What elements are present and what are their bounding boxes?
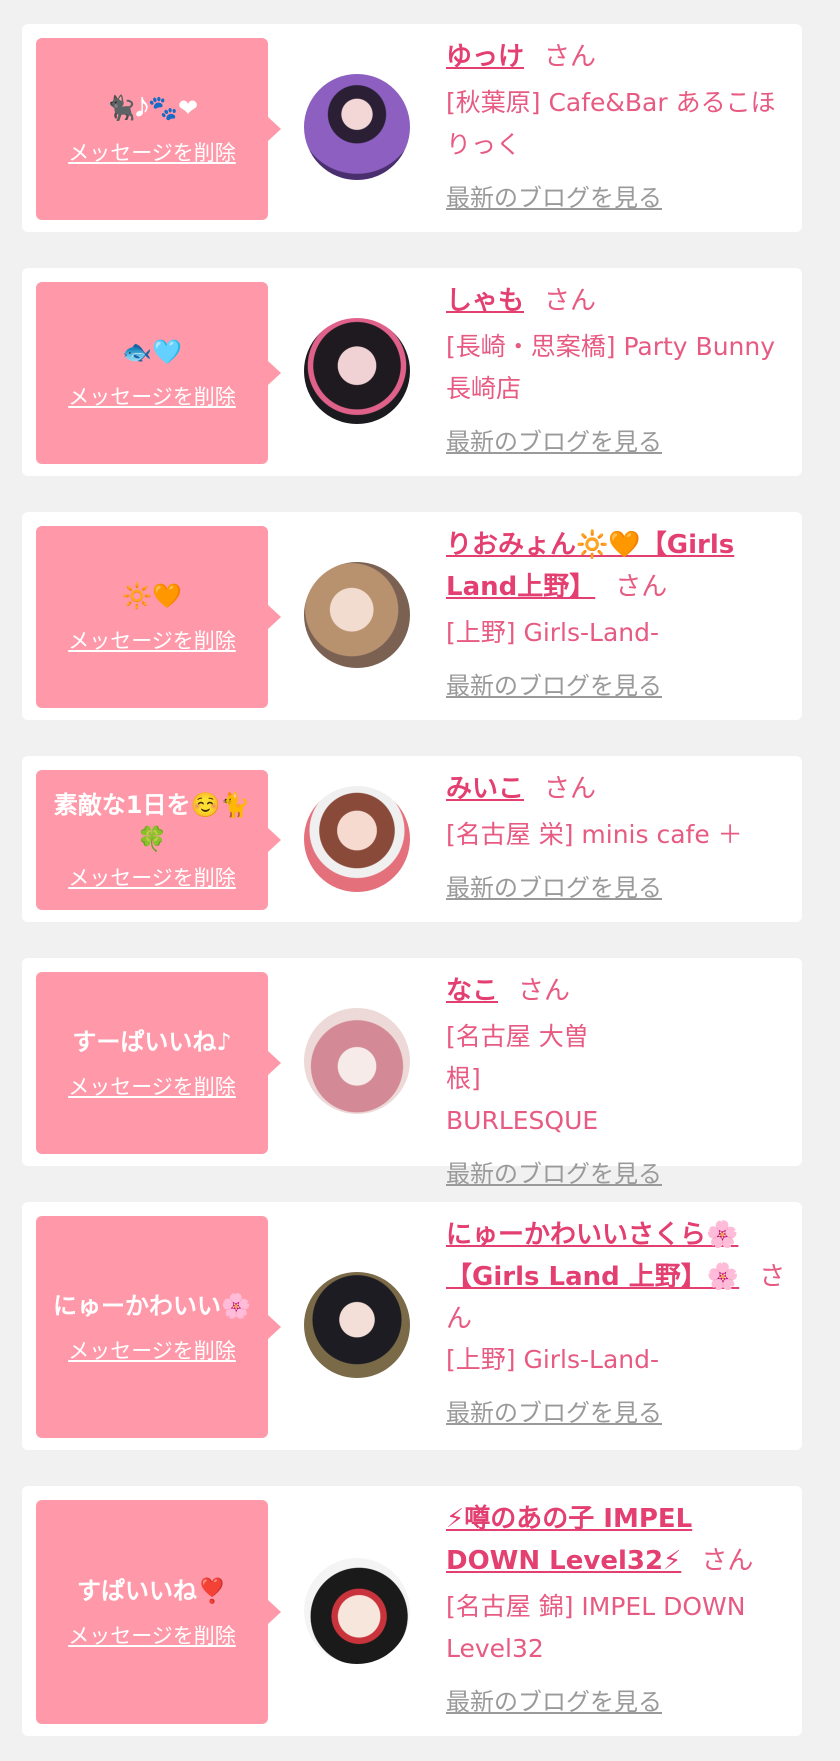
- message-bubble: すぱいいね❣️ メッセージを削除: [36, 1500, 281, 1724]
- delete-message-link[interactable]: メッセージを削除: [68, 381, 236, 411]
- user-info: なこ さん [名古屋 大曽根] BURLESQUE 最新のブログを見る: [446, 970, 792, 1189]
- user-name-link[interactable]: みいこ: [446, 774, 524, 804]
- latest-blog-link[interactable]: 最新のブログを見る: [446, 1393, 662, 1428]
- list-item: 🐈‍⬛𝅘𝅥𝅮🐾❤ メッセージを削除 ゆっけ さん [秋葉原] Cafe&Bar あ…: [22, 24, 802, 232]
- message-text: 🔆🧡: [122, 582, 182, 610]
- latest-blog-link[interactable]: 最新のブログを見る: [446, 868, 662, 903]
- user-name-link[interactable]: ⚡噂のあの子 IMPEL DOWN Level32⚡: [446, 1504, 692, 1576]
- message-bubble: 素敵な1日を☺️🐈🍀 メッセージを削除: [36, 770, 281, 910]
- message-text: 素敵な1日を☺️🐈🍀: [53, 791, 251, 853]
- avatar[interactable]: [304, 786, 410, 892]
- delete-message-link[interactable]: メッセージを削除: [68, 1335, 236, 1365]
- message-text: 🐟🩵: [122, 338, 182, 366]
- message-text: すーぱいいね♪: [72, 1028, 232, 1056]
- avatar[interactable]: [304, 74, 410, 180]
- message-bubble: にゅーかわいい🌸 メッセージを削除: [36, 1216, 281, 1438]
- message-text: 🐈‍⬛𝅘𝅥𝅮🐾❤: [105, 94, 199, 122]
- avatar[interactable]: [304, 1272, 410, 1378]
- shop-name: [名古屋 錦] IMPEL DOWN Level32: [446, 1592, 746, 1663]
- list-item: 🐟🩵 メッセージを削除 しゃも さん [長崎・思案橋] Party Bunny 長…: [22, 268, 802, 476]
- shop-name: [上野] Girls-Land-: [446, 618, 660, 647]
- honorific: さん: [615, 572, 668, 602]
- honorific: さん: [701, 1546, 754, 1576]
- list-item: 素敵な1日を☺️🐈🍀 メッセージを削除 みいこ さん [名古屋 栄] minis …: [22, 756, 802, 922]
- shop-name: [長崎・思案橋] Party Bunny 長崎店: [446, 332, 776, 403]
- user-info: みいこ さん [名古屋 栄] minis cafe ＋ 最新のブログを見る: [446, 768, 792, 903]
- latest-blog-link[interactable]: 最新のブログを見る: [446, 666, 662, 701]
- message-bubble: 🐈‍⬛𝅘𝅥𝅮🐾❤ メッセージを削除: [36, 38, 281, 220]
- list-item: すーぱいいね♪ メッセージを削除 なこ さん [名古屋 大曽根] BURLESQU…: [22, 958, 802, 1188]
- delete-message-link[interactable]: メッセージを削除: [68, 862, 236, 892]
- user-name-link[interactable]: なこ: [446, 976, 498, 1006]
- message-bubble: 🔆🧡 メッセージを削除: [36, 526, 281, 708]
- message-text: にゅーかわいい🌸: [53, 1292, 251, 1320]
- honorific: さん: [544, 774, 597, 804]
- message-text: すぱいいね❣️: [77, 1577, 227, 1605]
- honorific: さん: [518, 976, 571, 1006]
- avatar[interactable]: [304, 562, 410, 668]
- honorific: さん: [544, 42, 597, 72]
- latest-blog-link[interactable]: 最新のブログを見る: [446, 178, 662, 213]
- user-info: にゅーかわいいさくら🌸【Girls Land 上野】🌸 さん [上野] Girls…: [446, 1214, 792, 1428]
- user-info: しゃも さん [長崎・思案橋] Party Bunny 長崎店 最新のブログを見る: [446, 280, 792, 457]
- delete-message-link[interactable]: メッセージを削除: [68, 625, 236, 655]
- delete-message-link[interactable]: メッセージを削除: [68, 1071, 236, 1101]
- user-name-link[interactable]: りおみょん🔆🧡【Girls Land上野】: [446, 530, 734, 602]
- list-item: にゅーかわいい🌸 メッセージを削除 にゅーかわいいさくら🌸【Girls Land…: [22, 1202, 802, 1450]
- list-item: すぱいいね❣️ メッセージを削除 ⚡噂のあの子 IMPEL DOWN Level…: [22, 1486, 802, 1736]
- avatar[interactable]: [304, 318, 410, 424]
- user-info: ⚡噂のあの子 IMPEL DOWN Level32⚡ さん [名古屋 錦] IMP…: [446, 1498, 792, 1717]
- shop-name: [上野] Girls-Land-: [446, 1345, 660, 1374]
- shop-name: [名古屋 大曽根] BURLESQUE: [446, 1022, 599, 1135]
- latest-blog-link[interactable]: 最新のブログを見る: [446, 422, 662, 457]
- latest-blog-link[interactable]: 最新のブログを見る: [446, 1154, 662, 1189]
- list-item: 🔆🧡 メッセージを削除 りおみょん🔆🧡【Girls Land上野】 さん [上野]…: [22, 512, 802, 720]
- message-bubble: 🐟🩵 メッセージを削除: [36, 282, 281, 464]
- delete-message-link[interactable]: メッセージを削除: [68, 1620, 236, 1650]
- user-info: りおみょん🔆🧡【Girls Land上野】 さん [上野] Girls-Land-…: [446, 524, 792, 701]
- user-info: ゆっけ さん [秋葉原] Cafe&Bar あるこほりっく 最新のブログを見る: [446, 36, 792, 213]
- message-bubble: すーぱいいね♪ メッセージを削除: [36, 972, 281, 1154]
- honorific: さん: [544, 286, 597, 316]
- user-name-link[interactable]: ゆっけ: [446, 42, 524, 72]
- user-name-link[interactable]: しゃも: [446, 286, 524, 316]
- latest-blog-link[interactable]: 最新のブログを見る: [446, 1682, 662, 1717]
- shop-name: [名古屋 栄] minis cafe ＋: [446, 820, 743, 849]
- shop-name: [秋葉原] Cafe&Bar あるこほりっく: [446, 88, 776, 159]
- avatar[interactable]: [304, 1008, 410, 1114]
- user-name-link[interactable]: にゅーかわいいさくら🌸【Girls Land 上野】🌸: [446, 1220, 739, 1292]
- delete-message-link[interactable]: メッセージを削除: [68, 137, 236, 167]
- avatar[interactable]: [304, 1558, 410, 1664]
